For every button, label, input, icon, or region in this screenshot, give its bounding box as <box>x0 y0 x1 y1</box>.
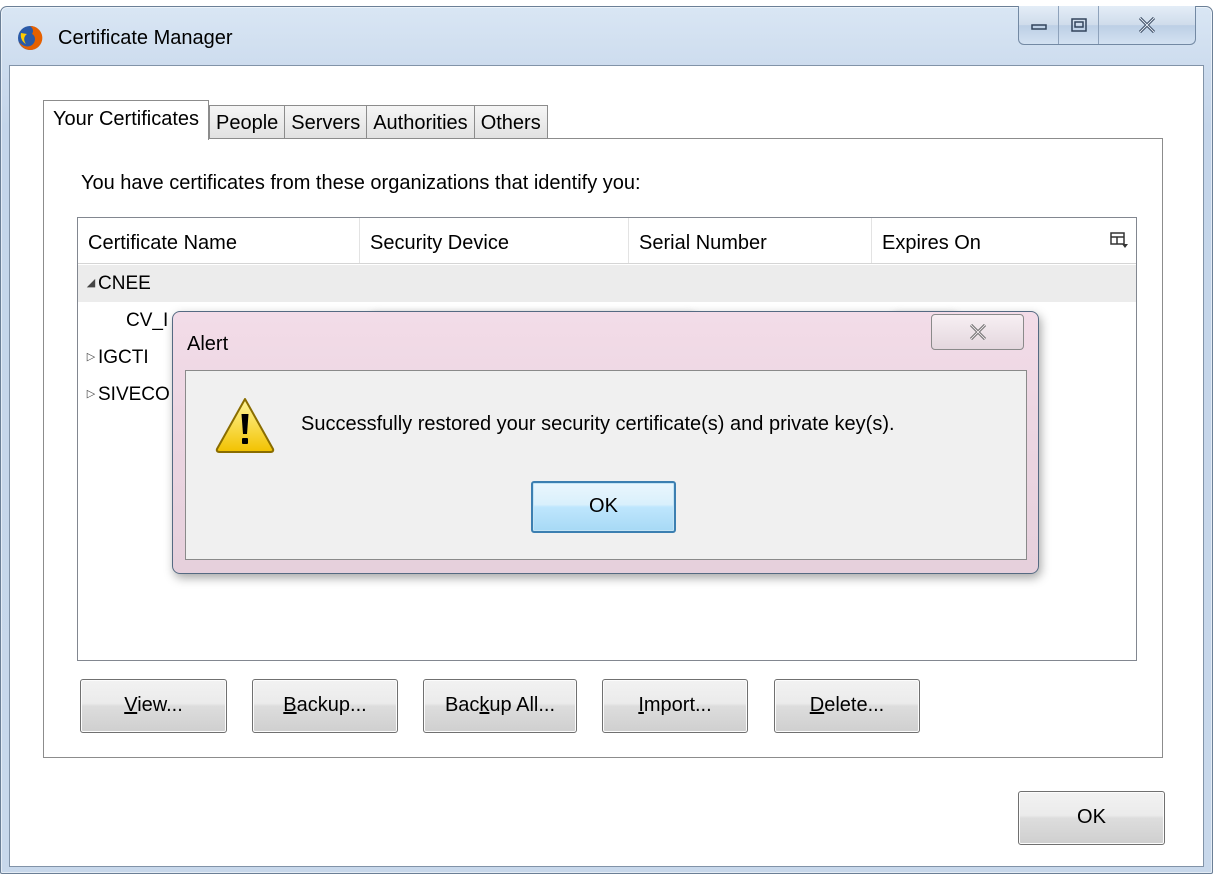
tab-people[interactable]: People <box>209 105 286 139</box>
collapsed-twisty-icon[interactable]: ▷ <box>84 376 98 413</box>
tree-row-label: CV_I <box>126 310 169 331</box>
close-icon <box>969 324 986 340</box>
backup-all-label-post: up All... <box>489 694 556 716</box>
tree-row-label: IGCTI <box>98 347 149 368</box>
title-bar[interactable]: Certificate Manager <box>1 6 1212 65</box>
intro-text: You have certificates from these organiz… <box>81 172 641 194</box>
tab-authorities[interactable]: Authorities <box>366 105 475 139</box>
column-certificate-name[interactable]: Certificate Name <box>78 218 360 263</box>
view-accesskey: V <box>124 694 138 716</box>
minimize-icon <box>1030 24 1047 30</box>
expanded-twisty-icon[interactable]: ◢ <box>84 265 98 302</box>
maximize-button[interactable] <box>1059 6 1099 44</box>
tree-row-label: SIVECO <box>98 384 170 405</box>
window-title: Certificate Manager <box>58 27 233 49</box>
alert-ok-button[interactable]: OK <box>531 481 676 533</box>
delete-button[interactable]: Delete... <box>774 679 920 733</box>
close-icon <box>1138 17 1156 33</box>
backup-label-post: ackup... <box>296 694 367 716</box>
import-button[interactable]: Import... <box>602 679 748 733</box>
tab-strip: Your Certificates People Servers Authori… <box>43 99 548 140</box>
column-serial-number[interactable]: Serial Number <box>629 218 872 263</box>
tree-header: Certificate Name Security Device Serial … <box>78 218 1136 264</box>
firefox-icon <box>18 25 43 50</box>
import-label-post: mport... <box>643 694 712 716</box>
delete-label-post: elete... <box>824 694 885 716</box>
backup-all-accesskey: k <box>479 694 490 716</box>
minimize-button[interactable] <box>1019 6 1059 44</box>
tab-your-certificates[interactable]: Your Certificates <box>43 100 209 140</box>
backup-button[interactable]: Backup... <box>252 679 398 733</box>
alert-body: Successfully restored your security cert… <box>185 370 1027 560</box>
alert-title: Alert <box>187 333 229 355</box>
tree-row-label: CNEE <box>98 273 151 294</box>
backup-all-label-pre: Bac <box>444 694 480 716</box>
column-picker-icon[interactable] <box>1110 232 1130 250</box>
maximize-icon <box>1070 18 1087 32</box>
view-button[interactable]: View... <box>80 679 227 733</box>
column-expires-on[interactable]: Expires On <box>872 218 1097 263</box>
alert-message: Successfully restored your security cert… <box>301 413 895 435</box>
view-label-post: iew... <box>137 694 183 716</box>
tab-others[interactable]: Others <box>473 105 548 139</box>
close-button[interactable] <box>1099 6 1195 44</box>
delete-accesskey: D <box>809 694 825 716</box>
warning-icon <box>215 398 275 453</box>
column-security-device[interactable]: Security Device <box>360 218 629 263</box>
alert-close-button[interactable] <box>931 314 1024 350</box>
backup-all-button[interactable]: Backup All... <box>423 679 577 733</box>
collapsed-twisty-icon[interactable]: ▷ <box>84 339 98 376</box>
caption-buttons <box>1018 6 1196 45</box>
tree-row[interactable]: ◢ CNEE <box>78 265 1136 302</box>
tab-servers[interactable]: Servers <box>284 105 368 139</box>
ok-button[interactable]: OK <box>1018 791 1165 845</box>
backup-accesskey: B <box>283 694 297 716</box>
alert-dialog: Alert Successfully restored your securit… <box>172 311 1039 574</box>
